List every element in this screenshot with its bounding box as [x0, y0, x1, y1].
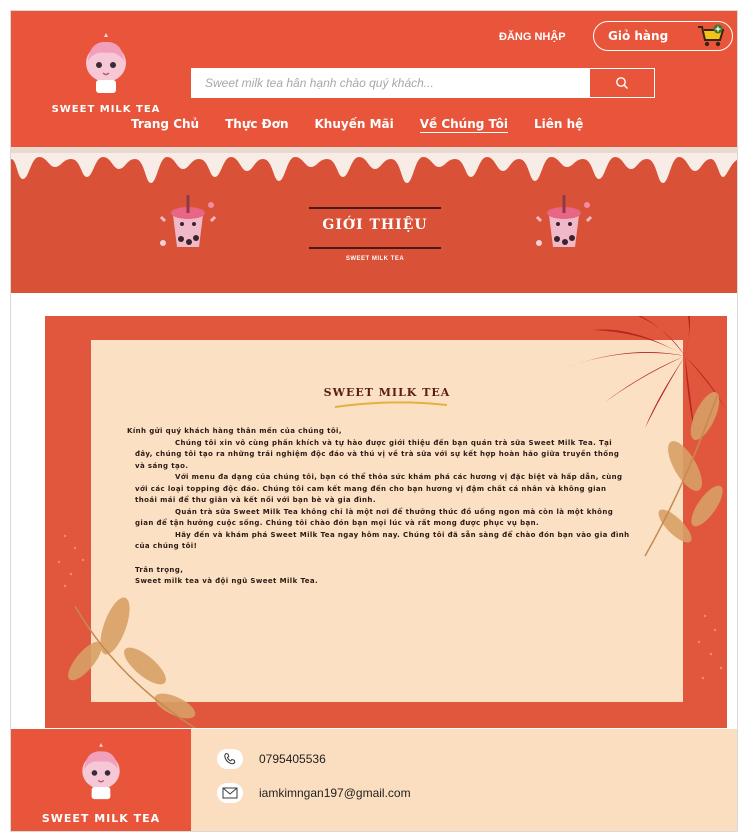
letter-paper: SWEET MILK TEA Kính gửi quý khách hàng t…: [91, 340, 683, 702]
nav-item-menu[interactable]: Thực Đơn: [225, 117, 288, 133]
nav-item-contact[interactable]: Liên hệ: [534, 117, 583, 133]
title-rule-top: [309, 207, 441, 209]
footer-logo[interactable]: SWEET MILK TEA: [11, 729, 191, 831]
letter-signature: Sweet milk tea và đội ngũ Sweet Milk Tea…: [135, 577, 319, 585]
mascot-icon: [82, 743, 120, 800]
letter-paragraph: Với menu đa dạng của chúng tôi, bạn có t…: [135, 473, 623, 504]
header-brand: SWEET MILK TEA: [51, 104, 161, 115]
letter-greeting: Kính gửi quý khách hàng thân mến của chú…: [127, 427, 342, 435]
page-frame: SWEET MILK TEA ĐĂNG NHẬP Giỏ hàng Sweet …: [10, 10, 738, 832]
nav-item-about[interactable]: Về Chúng Tôi: [419, 117, 508, 133]
search-input[interactable]: [191, 68, 589, 98]
letter-paragraph: Quán trà sữa Sweet Milk Tea không chỉ là…: [135, 507, 614, 528]
site-footer: SWEET MILK TEA 0795405536 iamkimngan197@…: [11, 729, 737, 831]
nav-item-home[interactable]: Trang Chủ: [131, 117, 199, 133]
header-logo[interactable]: SWEET MILK TEA: [41, 33, 171, 123]
boba-mascot-icon: [535, 195, 593, 247]
main-nav: Trang Chủ Thực Đơn Khuyến Mãi Về Chúng T…: [131, 117, 609, 133]
letter-title: SWEET MILK TEA: [323, 386, 451, 399]
about-letter-card: SWEET MILK TEA Kính gửi quý khách hàng t…: [45, 316, 727, 728]
nav-item-promotions[interactable]: Khuyến Mãi: [315, 117, 394, 133]
letter-closing: Trân trọng,: [135, 565, 184, 574]
phone-number: 0795405536: [259, 752, 326, 766]
search-button[interactable]: [589, 68, 655, 98]
letter-body: Kính gửi quý khách hàng thân mến của chú…: [127, 426, 631, 588]
footer-email[interactable]: iamkimngan197@gmail.com: [217, 783, 411, 803]
boba-mascot-icon: [159, 195, 217, 247]
letter-paragraph: Chúng tôi xin vô cùng phấn khích và tự h…: [135, 438, 620, 470]
mail-icon: [217, 783, 243, 803]
email-address: iamkimngan197@gmail.com: [259, 786, 411, 800]
site-header: SWEET MILK TEA ĐĂNG NHẬP Giỏ hàng Sweet …: [11, 11, 737, 147]
footer-brand: SWEET MILK TEA: [41, 812, 161, 825]
search-bar: [191, 68, 655, 98]
phone-icon: [217, 749, 243, 769]
letter-paragraph: Hãy đến và khám phá Sweet Milk Tea ngay …: [135, 530, 630, 551]
cart-icon: [698, 24, 725, 47]
cart-button[interactable]: Giỏ hàng: [593, 21, 733, 51]
mascot-icon: [86, 33, 126, 93]
title-rule-bottom: [309, 247, 441, 249]
cart-label: Giỏ hàng: [608, 29, 669, 43]
milk-drip-decoration: [11, 147, 737, 183]
banner-subtitle: SWEET MILK TEA: [345, 256, 405, 262]
login-link[interactable]: ĐĂNG NHẬP: [499, 31, 566, 43]
banner-title: GIỚI THIỆU: [322, 217, 428, 233]
search-icon: [616, 77, 628, 89]
footer-phone[interactable]: 0795405536: [217, 749, 326, 769]
title-swoosh-decoration: [334, 401, 448, 408]
page-banner: GIỚI THIỆU SWEET MILK TEA: [11, 147, 737, 293]
